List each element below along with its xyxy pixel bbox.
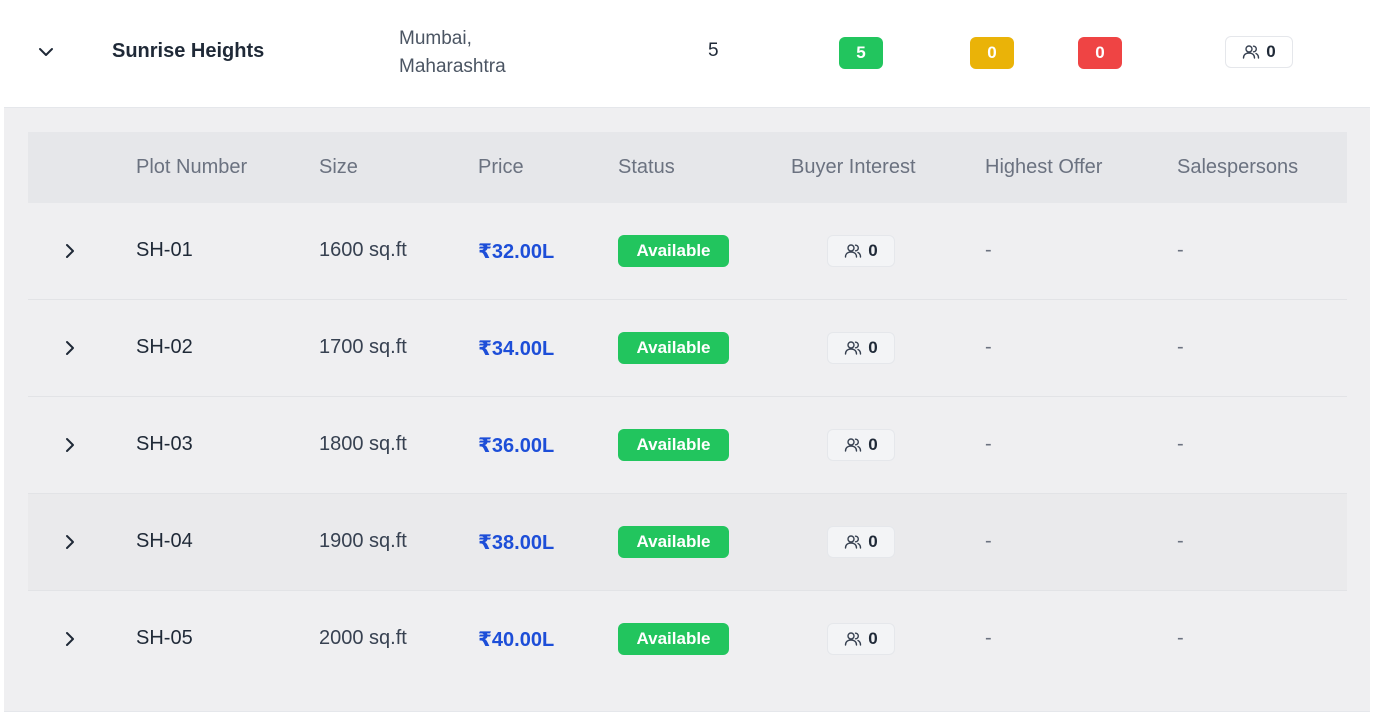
table-row[interactable]: SH-02 1700 sq.ft ₹34.00L Available 0 - - — [28, 300, 1347, 397]
plot-price: ₹40.00L — [478, 629, 555, 651]
highest-offer: - — [985, 433, 992, 455]
salespersons: - — [1177, 530, 1184, 552]
buyer-interest-chip[interactable]: 0 — [827, 429, 895, 461]
plot-size: 2000 sq.ft — [319, 627, 407, 649]
chevron-right-icon[interactable] — [60, 241, 80, 261]
status-badge: Available — [618, 526, 729, 558]
highest-offer: - — [985, 627, 992, 649]
buyer-interest-count: 0 — [868, 629, 878, 648]
buyer-interest-count: 0 — [868, 435, 878, 454]
users-icon — [844, 339, 862, 357]
status-badge: Available — [618, 429, 729, 461]
header-salespersons: Salespersons — [1177, 156, 1299, 178]
plot-price: ₹34.00L — [478, 338, 555, 360]
chevron-right-icon[interactable] — [60, 629, 80, 649]
chevron-right-icon[interactable] — [60, 338, 80, 358]
highest-offer: - — [985, 239, 992, 261]
project-location-city: Mumbai, — [399, 28, 472, 49]
plot-size: 1600 sq.ft — [319, 239, 407, 261]
header-price: Price — [478, 156, 524, 178]
sold-count-badge: 0 — [1078, 37, 1122, 69]
salespersons: - — [1177, 336, 1184, 358]
plot-price: ₹38.00L — [478, 532, 555, 554]
project-interest-count: 0 — [1266, 42, 1276, 61]
page-right-edge — [1370, 0, 1382, 716]
highest-offer: - — [985, 336, 992, 358]
plot-size: 1700 sq.ft — [319, 336, 407, 358]
chevron-right-icon[interactable] — [60, 532, 80, 552]
plot-number: SH-05 — [136, 627, 193, 649]
buyer-interest-chip[interactable]: 0 — [827, 332, 895, 364]
status-badge: Available — [618, 235, 729, 267]
project-row[interactable]: Sunrise Heights Mumbai, Maharashtra 5 5 … — [4, 0, 1370, 108]
users-icon — [1242, 43, 1260, 61]
users-icon — [844, 436, 862, 454]
booked-count-badge: 0 — [970, 37, 1014, 69]
plot-price: ₹32.00L — [478, 241, 555, 263]
salespersons: - — [1177, 433, 1184, 455]
header-highest-offer: Highest Offer — [985, 156, 1103, 178]
plots-panel: Plot Number Size Price Status Buyer Inte… — [4, 108, 1370, 712]
available-count-badge: 5 — [839, 37, 883, 69]
table-row[interactable]: SH-04 1900 sq.ft ₹38.00L Available 0 - - — [28, 494, 1347, 591]
status-badge: Available — [618, 623, 729, 655]
status-badge: Available — [618, 332, 729, 364]
buyer-interest-count: 0 — [868, 241, 878, 260]
chevron-down-icon[interactable] — [36, 42, 56, 62]
plot-number: SH-03 — [136, 433, 193, 455]
header-buyer-interest: Buyer Interest — [791, 156, 916, 178]
project-location-state: Maharashtra — [399, 56, 506, 77]
project-interest-chip[interactable]: 0 — [1225, 36, 1293, 68]
salespersons: - — [1177, 627, 1184, 649]
table-row[interactable]: SH-03 1800 sq.ft ₹36.00L Available 0 - - — [28, 397, 1347, 494]
salespersons: - — [1177, 239, 1184, 261]
plot-price: ₹36.00L — [478, 435, 555, 457]
chevron-right-icon[interactable] — [60, 435, 80, 455]
buyer-interest-count: 0 — [868, 532, 878, 551]
buyer-interest-chip[interactable]: 0 — [827, 526, 895, 558]
buyer-interest-chip[interactable]: 0 — [827, 623, 895, 655]
users-icon — [844, 242, 862, 260]
header-status: Status — [618, 156, 675, 178]
plots-table-header: Plot Number Size Price Status Buyer Inte… — [28, 132, 1347, 203]
project-name: Sunrise Heights — [112, 40, 265, 62]
header-plot-number: Plot Number — [136, 156, 248, 178]
plots-table: Plot Number Size Price Status Buyer Inte… — [28, 132, 1347, 688]
header-size: Size — [319, 156, 358, 178]
table-row[interactable]: SH-01 1600 sq.ft ₹32.00L Available 0 - - — [28, 203, 1347, 300]
project-total-plots: 5 — [708, 40, 719, 61]
users-icon — [844, 630, 862, 648]
table-row[interactable]: SH-05 2000 sq.ft ₹40.00L Available 0 - - — [28, 591, 1347, 688]
buyer-interest-chip[interactable]: 0 — [827, 235, 895, 267]
buyer-interest-count: 0 — [868, 338, 878, 357]
highest-offer: - — [985, 530, 992, 552]
plot-size: 1800 sq.ft — [319, 433, 407, 455]
plot-number: SH-01 — [136, 239, 193, 261]
plot-size: 1900 sq.ft — [319, 530, 407, 552]
plot-number: SH-04 — [136, 530, 193, 552]
plot-number: SH-02 — [136, 336, 193, 358]
project-location: Mumbai, Maharashtra — [399, 25, 579, 81]
users-icon — [844, 533, 862, 551]
